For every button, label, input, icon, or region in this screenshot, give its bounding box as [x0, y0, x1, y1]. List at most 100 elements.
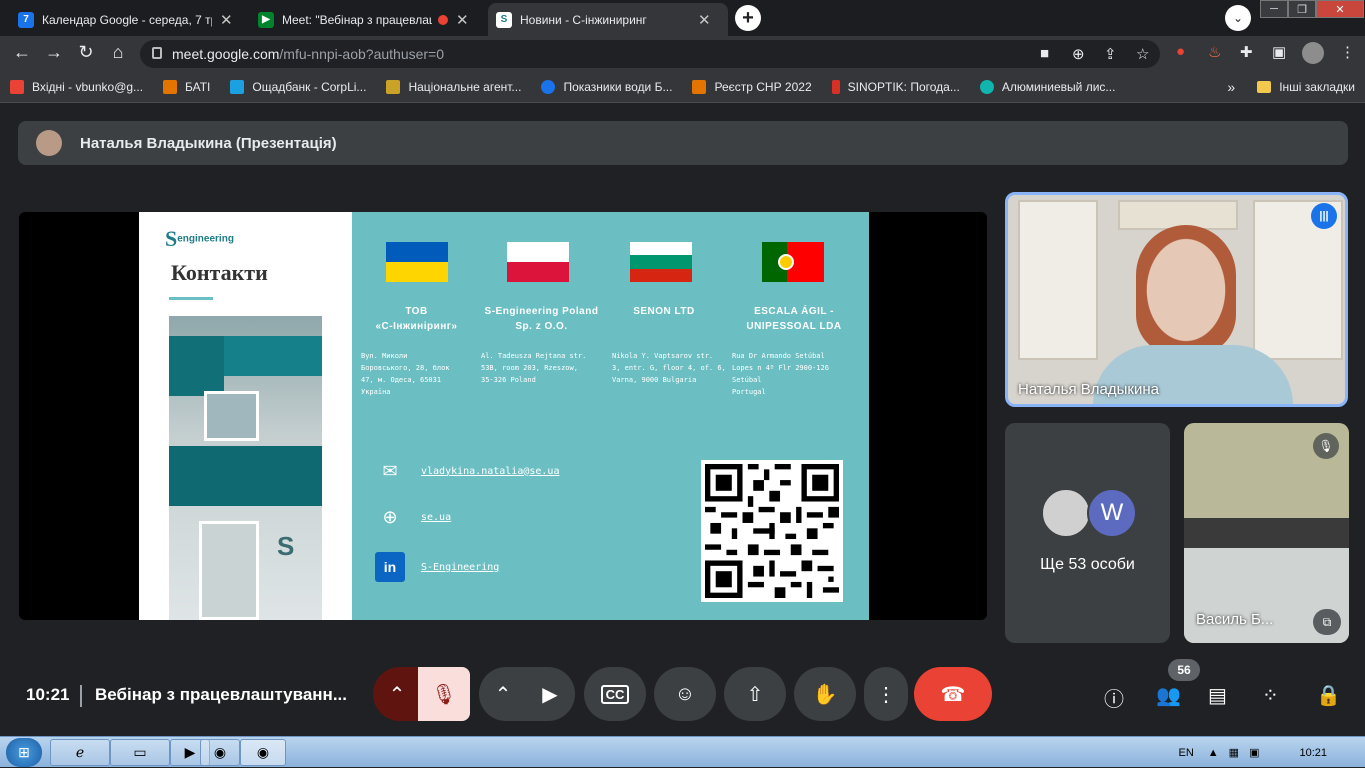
- video-options-button[interactable]: ⌃: [479, 667, 527, 721]
- meet-icon: ▶: [258, 11, 274, 28]
- home-icon[interactable]: ⌂: [106, 42, 130, 63]
- info-icon[interactable]: ⓘ: [1104, 683, 1124, 712]
- participant-avatar: W: [1087, 488, 1137, 538]
- forward-icon[interactable]: →: [42, 42, 66, 63]
- bulgaria-flag-icon: [630, 242, 692, 282]
- close-icon[interactable]: ✕: [220, 11, 233, 29]
- bookmark-item[interactable]: SINOPTIK: Погода...: [831, 79, 960, 94]
- raise-hand-button[interactable]: ✋: [794, 667, 856, 721]
- language-indicator[interactable]: EN: [1178, 747, 1193, 759]
- email-contact: ✉ vladykina.natalia@se.ua: [375, 456, 559, 486]
- close-icon[interactable]: ✕: [698, 11, 711, 29]
- chevron-up-icon: ⌃: [388, 683, 406, 706]
- profile-avatar[interactable]: [1302, 42, 1324, 64]
- website-contact: ⊕ se.ua: [375, 502, 451, 532]
- participant-tile-main[interactable]: ||| Наталья Владыкина: [1005, 192, 1348, 407]
- presentation-bar: Наталья Владыкина (Презентація): [18, 121, 1348, 165]
- window-controls: ─ ❐ ✕: [1260, 0, 1364, 18]
- bookmark-item[interactable]: БАТІ: [163, 79, 210, 94]
- company-address: Вул. Миколи Боровського, 28, блок 47, м. О…: [361, 352, 450, 396]
- zoom-icon[interactable]: ⊕: [1072, 45, 1085, 63]
- tab-meet[interactable]: ▶ Meet: "Вебінар з працевлашт ✕: [250, 3, 486, 36]
- website-link: se.ua: [421, 511, 452, 523]
- browser-chrome: 7 Календар Google - середа, 7 тра ✕ ▶ Me…: [0, 0, 1365, 103]
- mic-off-icon: 🎙: [431, 683, 457, 706]
- window-close-icon[interactable]: ✕: [1316, 0, 1364, 18]
- recording-icon: [438, 14, 448, 25]
- captions-button[interactable]: CC: [584, 667, 646, 721]
- bookmark-item[interactable]: Ощадбанк - CorpLi...: [230, 79, 366, 94]
- globe-icon: ⊕: [382, 506, 398, 527]
- presentation-stage[interactable]: Sengineering Контакти S ТОВ «С-Інжиніринг…: [19, 212, 987, 620]
- close-icon[interactable]: ✕: [456, 11, 469, 29]
- extension-icon[interactable]: ♨: [1208, 43, 1221, 61]
- bookmark-item[interactable]: Реєстр СНР 2022: [692, 79, 812, 94]
- maximize-icon[interactable]: ❐: [1288, 0, 1316, 18]
- leave-call-button[interactable]: ☎: [914, 667, 992, 721]
- host-controls-icon[interactable]: 🔒: [1316, 683, 1341, 708]
- more-options-button[interactable]: ⋮: [864, 667, 908, 721]
- back-icon[interactable]: ←: [10, 42, 34, 63]
- bookmark-star-icon[interactable]: ☆: [1136, 45, 1149, 63]
- explorer-icon[interactable]: ▭: [110, 739, 170, 766]
- building-panel: [224, 336, 322, 376]
- picture-in-picture-icon[interactable]: ⧉: [1313, 609, 1341, 635]
- bookmark-item[interactable]: Показники води Б...: [541, 79, 673, 94]
- tray-clock[interactable]: 10:21: [1299, 747, 1327, 759]
- tab-search-icon[interactable]: ⌄: [1225, 5, 1251, 31]
- building-panel: [169, 336, 224, 396]
- bookmark-item[interactable]: Вхідні - vbunko@g...: [10, 79, 143, 94]
- people-icon[interactable]: 👥: [1156, 683, 1181, 708]
- tray-arrow-icon[interactable]: ▲: [1208, 747, 1219, 759]
- address-bar[interactable]: meet.google.com/mfu-nnpi-aob?authuser=0 …: [140, 40, 1160, 68]
- other-bookmarks[interactable]: Інші закладки: [1279, 80, 1355, 94]
- toolbar: ← → ↻ ⌂ meet.google.com/mfu-nnpi-aob?aut…: [0, 36, 1365, 71]
- email-link: vladykina.natalia@se.ua: [421, 465, 560, 477]
- camera-icon[interactable]: ■: [1040, 45, 1049, 62]
- new-tab-button[interactable]: +: [735, 5, 761, 31]
- bookmark-label: Алюминиевый лис...: [1001, 79, 1116, 94]
- sidebar-icon[interactable]: ▣: [1272, 43, 1286, 61]
- participant-tile-room[interactable]: 🎙 Василь Б... ⧉: [1184, 423, 1349, 643]
- reload-icon[interactable]: ↻: [74, 42, 98, 63]
- qr-code: [701, 460, 843, 602]
- bookmark-label: Національне агент...: [408, 79, 522, 94]
- bookmark-item[interactable]: Національне агент...: [386, 79, 522, 94]
- present-button[interactable]: ⇧: [724, 667, 786, 721]
- bookmark-label: Показники води Б...: [563, 79, 673, 94]
- adblock-icon[interactable]: ●: [1176, 43, 1185, 60]
- tab-news[interactable]: S Новини - С-інжиниринг ✕: [488, 3, 728, 36]
- bookmark-item[interactable]: Алюминиевый лис...: [979, 79, 1116, 94]
- presenter-avatar: [36, 130, 62, 156]
- chrome-active-icon[interactable]: ◉: [240, 739, 286, 766]
- activities-icon[interactable]: ⁘: [1262, 683, 1279, 708]
- audio-options-button[interactable]: ⌃: [373, 667, 421, 721]
- network-icon[interactable]: ▦: [1229, 746, 1239, 759]
- tab-calendar[interactable]: 7 Календар Google - середа, 7 тра ✕: [10, 3, 248, 36]
- url-path: /mfu-nnpi-aob?authuser=0: [279, 46, 445, 62]
- bookmarks-overflow-icon[interactable]: »: [1227, 79, 1235, 95]
- s-engineering-logo: Sengineering: [165, 226, 234, 251]
- video-camera-icon: ▶: [542, 683, 558, 706]
- start-button[interactable]: ⊞: [6, 738, 42, 767]
- camera-button[interactable]: ▶: [525, 667, 575, 721]
- share-icon[interactable]: ⇪: [1104, 45, 1117, 63]
- volume-icon[interactable]: ▣: [1249, 746, 1259, 759]
- microphone-button[interactable]: 🎙: [418, 667, 470, 721]
- menu-icon[interactable]: ⋮: [1340, 43, 1355, 61]
- chrome-icon[interactable]: ◉: [200, 739, 240, 766]
- building-canopy: [169, 446, 322, 506]
- ie-icon[interactable]: ℯ: [50, 739, 110, 766]
- minimize-icon[interactable]: ─: [1260, 0, 1288, 18]
- windows-logo-icon: ⊞: [18, 744, 30, 760]
- bookmark-icon: [163, 79, 178, 94]
- puzzle-icon[interactable]: ✚: [1240, 43, 1253, 61]
- chat-icon[interactable]: ▤: [1208, 683, 1227, 708]
- hang-up-icon: ☎: [940, 683, 966, 706]
- bank-icon: [230, 79, 245, 94]
- captions-icon: CC: [600, 684, 630, 704]
- tab-title: Meet: "Вебінар з працевлашт: [282, 12, 432, 27]
- more-participants-tile[interactable]: W Ще 53 особи: [1005, 423, 1170, 643]
- bookshelf: [1018, 200, 1098, 360]
- reactions-button[interactable]: ☺: [654, 667, 716, 721]
